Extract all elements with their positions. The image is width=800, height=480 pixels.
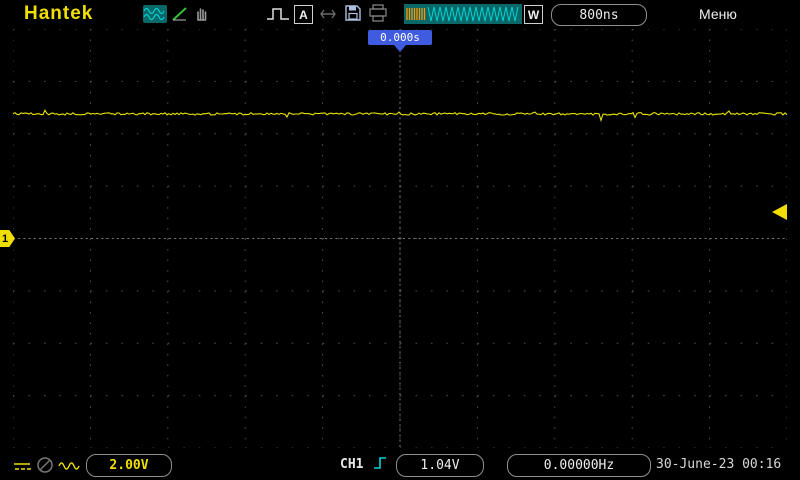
hand-icon[interactable] [193, 4, 211, 23]
waveform-display: 0.000s [12, 28, 788, 449]
print-icon[interactable] [368, 4, 388, 22]
pulse-trigger-icon[interactable] [266, 6, 290, 22]
trigger-level-value: 1.04V [420, 458, 460, 473]
hand-glyph [197, 8, 207, 21]
top-bar: Hantek A W 800ns Меню [0, 0, 800, 28]
waveform-display-icon[interactable] [143, 5, 167, 23]
trigger-position-value: 0.000s [380, 31, 420, 44]
overview-waveform [427, 6, 519, 22]
graticule-grid [12, 28, 788, 449]
dc-coupling-icon [12, 459, 32, 473]
sine-bottom-glyph [58, 462, 80, 470]
printer-glyph [369, 4, 387, 22]
ch1-scale-readout: 2.00V [86, 454, 172, 477]
auto-mode-label: A [299, 7, 308, 22]
pan-arrows-glyph [320, 9, 336, 19]
trigger-source-label: CH1 [340, 457, 364, 472]
frequency-readout: 0.00000Hz [507, 454, 651, 477]
menu-label[interactable]: Меню [699, 6, 737, 22]
trigger-position-pointer [394, 45, 406, 52]
bw-glyph [37, 457, 53, 473]
auto-mode-button[interactable]: A [294, 5, 313, 24]
sine-glyph [143, 7, 165, 21]
overview-waveform-area [406, 6, 519, 22]
ch1-scale-value: 2.00V [109, 458, 149, 473]
oscilloscope-ui: Hantek A W 800ns Меню 0.000s 1 2.00V CH1… [0, 0, 800, 480]
trigger-position-badge[interactable]: 0.000s [368, 30, 432, 45]
window-zone-button[interactable]: W [524, 5, 543, 24]
dc-glyph [14, 463, 31, 470]
pan-arrows-icon[interactable] [318, 6, 338, 22]
rising-edge-glyph [374, 457, 386, 469]
brand-logo: Hantek [24, 3, 94, 24]
rising-edge-icon [372, 455, 388, 476]
graticule [12, 28, 788, 449]
floppy-glyph [345, 5, 361, 21]
trigger-level-readout: 1.04V [396, 454, 484, 477]
trigger-overview-bar[interactable] [404, 4, 522, 24]
datetime-label: 30-June-23 00:16 [656, 457, 782, 472]
save-icon[interactable] [344, 4, 362, 22]
frequency-value: 0.00000Hz [543, 458, 615, 473]
ramp-glyph [172, 7, 187, 21]
timebase-value: 800ns [579, 7, 619, 23]
ramp-icon[interactable] [171, 5, 189, 23]
window-zone-label: W [527, 7, 540, 22]
timebase-readout: 800ns [551, 4, 647, 26]
sine-wave-icon [58, 459, 80, 473]
status-bar: 2.00V CH1 1.04V 0.00000Hz 30-June-23 00:… [0, 450, 800, 480]
pulse-glyph [267, 8, 289, 20]
channel1-marker-label: 1 [2, 232, 9, 245]
bw-limit-icon [36, 456, 54, 474]
